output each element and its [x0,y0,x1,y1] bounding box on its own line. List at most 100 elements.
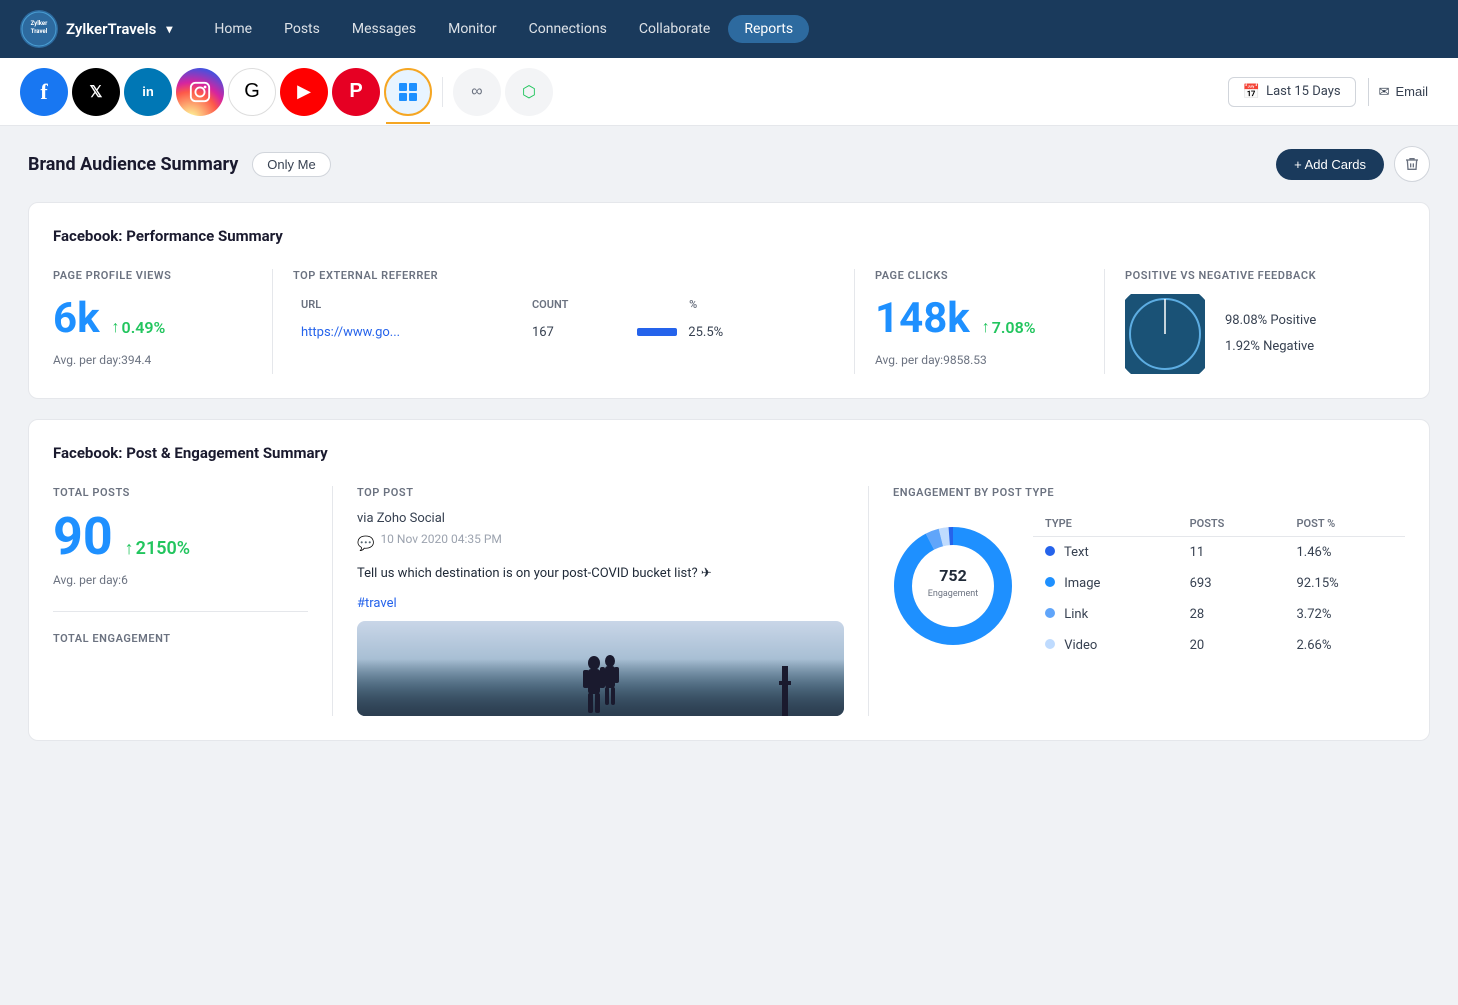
text-dot [1045,546,1055,556]
engagement-type-content: 752 Engagement TYPE POSTS POST % [893,511,1405,661]
youtube-icon-btn[interactable]: ▶ [280,68,328,116]
performance-card-title: Facebook: Performance Summary [53,227,1405,245]
main-content: Brand Audience Summary Only Me + Add Car… [0,126,1458,781]
engagement-card: Facebook: Post & Engagement Summary TOTA… [28,419,1430,741]
silhouette-svg [566,651,636,716]
eng-col-posts: POSTS [1178,511,1285,537]
table-row: Text 11 1.46% [1033,537,1405,569]
eng-pct-link: 3.72% [1285,599,1406,630]
eng-type-text: Text [1033,537,1178,569]
feedback-donut: 98.08% Positive 1.92% Negative [1125,294,1385,374]
post-text: Tell us which destination is on your pos… [357,564,844,584]
top-post-section: TOP POST via Zoho Social 💬 10 Nov 2020 0… [333,486,869,716]
feedback-donut-svg [1125,294,1205,374]
feedback-label: POSITIVE VS NEGATIVE FEEDBACK [1125,269,1385,282]
table-row: Video 20 2.66% [1033,630,1405,661]
ref-bar-cell: 25.5% [629,319,834,346]
email-icon: ✉ [1379,84,1390,100]
comment-icon: 💬 [357,536,374,552]
nav-posts[interactable]: Posts [270,15,334,43]
page-clicks-change: ↑ 7.08% [982,317,1036,337]
up-arrow-icon: ↑ [112,317,120,337]
social-icons-bar: f 𝕏 in G ▶ P ∞ ⬡ [0,58,1458,126]
negative-label: 1.92% Negative [1225,334,1316,360]
performance-card: Facebook: Performance Summary PAGE PROFI… [28,202,1430,399]
page-header: Brand Audience Summary Only Me + Add Car… [28,146,1430,182]
nav-reports[interactable]: Reports [728,15,809,43]
page-profile-views-value: 6k [53,294,100,343]
email-label: Email [1395,84,1428,99]
date-filter[interactable]: 📅 Last 15 Days [1228,77,1356,107]
referrer-table: URL COUNT % https://www.go... 167 25.5% [293,294,834,346]
eng-col-pct: POST % [1285,511,1406,537]
ref-col-url: URL [293,294,524,319]
post-image [357,621,844,716]
separator [442,77,443,107]
linkedin-icon-btn[interactable]: in [124,68,172,116]
twitter-icon-btn[interactable]: 𝕏 [72,68,120,116]
engagement-type-label: ENGAGEMENT BY POST TYPE [893,486,1405,499]
page-clicks-avg: Avg. per day:9858.53 [875,353,1084,367]
engagement-main-grid: TOTAL POSTS 90 ↑ 2150% Avg. per day:6 TO… [53,486,1405,716]
eng-col-type: TYPE [1033,511,1178,537]
post-hashtag[interactable]: #travel [357,592,844,611]
post-source: via Zoho Social [357,511,844,526]
ref-url-link[interactable]: https://www.go... [301,325,400,340]
table-row: Image 693 92.15% [1033,568,1405,599]
calendar-icon: 📅 [1243,84,1260,100]
extra-icon-btn[interactable]: ⬡ [505,68,553,116]
total-engagement-area: TOTAL ENGAGEMENT [53,611,308,645]
page-title: Brand Audience Summary [28,154,238,175]
brand-name: ZylkerTravels [66,20,156,38]
ref-col-pct: % [629,294,834,319]
eng-pct-video: 2.66% [1285,630,1406,661]
page-title-area: Brand Audience Summary Only Me [28,152,331,177]
brand-chevron-icon: ▾ [166,22,172,36]
nav-connections[interactable]: Connections [515,15,621,43]
page-profile-views-change: ↑ 0.49% [112,317,166,337]
post-date: 10 Nov 2020 04:35 PM [380,532,501,546]
donut-center-label: Engagement [928,589,978,599]
page-clicks-label: PAGE CLICKS [875,269,1084,282]
page-clicks-value: 148k [875,294,970,343]
up-arrow-icon2: ↑ [982,317,990,337]
eng-posts-link: 28 [1178,599,1285,630]
delete-button[interactable] [1394,146,1430,182]
nav-messages[interactable]: Messages [338,15,430,43]
table-row: Link 28 3.72% [1033,599,1405,630]
total-engagement-label: TOTAL ENGAGEMENT [53,632,308,645]
total-posts-value: 90 [53,511,113,563]
instagram-icon-btn[interactable] [176,68,224,116]
pinterest-icon-btn[interactable]: P [332,68,380,116]
engagement-donut: 752 Engagement [893,526,1013,646]
engagement-type-section: ENGAGEMENT BY POST TYPE [869,486,1405,716]
table-row: https://www.go... 167 25.5% [293,319,834,346]
page-clicks-value-row: 148k ↑ 7.08% [875,294,1084,343]
engagement-donut-svg: 752 Engagement [893,526,1013,646]
add-cards-button[interactable]: + Add Cards [1276,149,1384,180]
nav-monitor[interactable]: Monitor [434,15,511,43]
zoho-social-icon-btn[interactable] [384,68,432,116]
header-actions: + Add Cards [1276,146,1430,182]
perf-grid: PAGE PROFILE VIEWS 6k ↑ 0.49% Avg. per d… [53,269,1405,374]
page-profile-views-avg: Avg. per day:394.4 [53,353,252,367]
page-profile-views-value-row: 6k ↑ 0.49% [53,294,252,343]
navbar: Zylker Travel ZylkerTravels ▾ Home Posts… [0,0,1458,58]
total-posts-label: TOTAL POSTS [53,486,308,499]
feedback-legend: 98.08% Positive 1.92% Negative [1225,308,1316,360]
facebook-icon-btn[interactable]: f [20,68,68,116]
up-arrow-icon3: ↑ [125,538,134,559]
engagement-card-title: Facebook: Post & Engagement Summary [53,444,1405,462]
email-button[interactable]: ✉ Email [1368,78,1438,106]
buffer-icon-btn[interactable]: ∞ [453,68,501,116]
eng-pct-image: 92.15% [1285,568,1406,599]
brand[interactable]: Zylker Travel ZylkerTravels ▾ [20,10,172,48]
visibility-badge[interactable]: Only Me [252,152,330,177]
nav-collaborate[interactable]: Collaborate [625,15,724,43]
left-metrics: TOTAL POSTS 90 ↑ 2150% Avg. per day:6 TO… [53,486,333,716]
page-profile-views-section: PAGE PROFILE VIEWS 6k ↑ 0.49% Avg. per d… [53,269,273,374]
ref-pct: 25.5% [688,325,723,340]
page-clicks-section: PAGE CLICKS 148k ↑ 7.08% Avg. per day:98… [855,269,1105,374]
nav-home[interactable]: Home [200,15,266,43]
google-icon-btn[interactable]: G [228,68,276,116]
